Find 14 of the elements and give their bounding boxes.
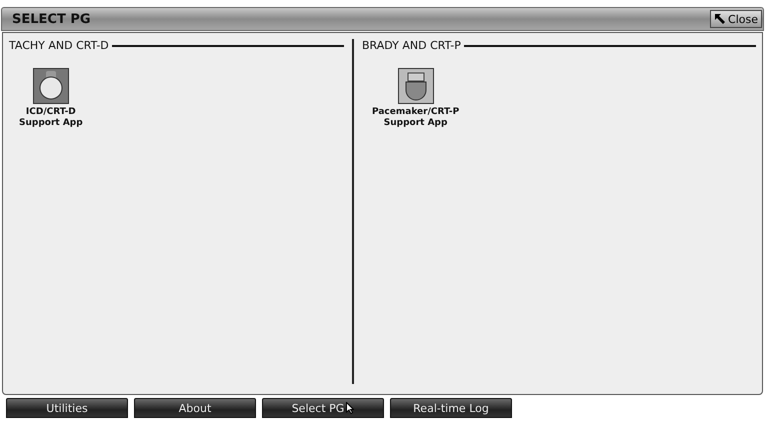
window-title: SELECT PG (12, 12, 91, 26)
nav-button[interactable]: Utilities (6, 398, 128, 418)
nav-button[interactable]: About (134, 398, 256, 418)
nav-button[interactable]: Real-time Log (390, 398, 512, 418)
device-icon[interactable] (32, 68, 69, 104)
arrow-icon (714, 13, 726, 25)
nav-button[interactable]: Select PG (262, 398, 384, 418)
close-button[interactable]: Close (710, 10, 762, 28)
app-label[interactable]: Pacemaker/CRT-P Support App (372, 107, 460, 129)
group-heading: BRADY AND CRT-P (362, 39, 461, 52)
device-icon[interactable] (398, 68, 434, 104)
app-label[interactable]: ICD/CRT-D Support App (19, 107, 83, 129)
pointer-icon (346, 402, 354, 414)
group-heading: TACHY AND CRT-D (9, 39, 109, 52)
